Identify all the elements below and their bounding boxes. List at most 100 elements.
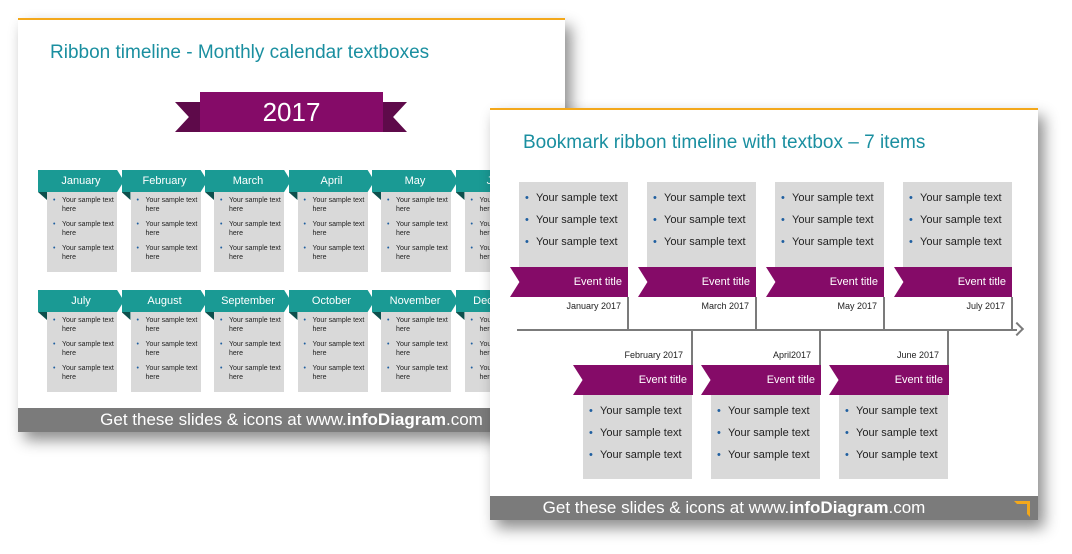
event-date: July 2017	[966, 301, 1005, 311]
event-title-ribbon: Event title	[573, 365, 693, 395]
bullet-item: Your sample text	[909, 192, 1008, 214]
bullet-item: Your sample text here	[220, 364, 282, 382]
year-ribbon: 2017	[200, 92, 383, 132]
event-textbox: Your sample textYour sample textYour sam…	[775, 182, 884, 267]
month-header: February	[121, 170, 208, 192]
bullet-item: Your sample text	[653, 192, 752, 214]
bullet-item: Your sample text	[717, 427, 816, 449]
bullet-item: Your sample text	[909, 236, 1008, 258]
month-header: March	[205, 170, 291, 192]
bullet-item: Your sample text here	[220, 340, 282, 358]
bullet-item: Your sample text	[845, 405, 944, 427]
event-date: March 2017	[701, 301, 749, 311]
slide-bookmark-timeline: Bookmark ribbon timeline with textbox – …	[490, 108, 1038, 520]
event-title-ribbon: Event title	[701, 365, 821, 395]
month-textbox: Your sample text here Your sample text he…	[297, 192, 368, 272]
event-date: January 2017	[566, 301, 621, 311]
bullet-item: Your sample text here	[220, 196, 282, 214]
event-textbox: Your sample textYour sample textYour sam…	[583, 395, 692, 479]
bullet-item: Your sample text here	[387, 196, 449, 214]
bullet-item: Your sample text	[525, 214, 624, 236]
infodiagram-logo-icon	[1014, 501, 1030, 517]
event-title-ribbon: Event title	[766, 267, 884, 297]
bullet-item: Your sample text	[525, 192, 624, 214]
bullet-item: Your sample text here	[387, 244, 449, 262]
event-date: February 2017	[624, 350, 683, 360]
ribbon-fold	[205, 312, 214, 320]
bullet-item: Your sample text here	[220, 244, 282, 262]
footer-suffix: .com	[445, 410, 483, 429]
month-textbox: Your sample text here Your sample text he…	[214, 312, 284, 392]
event-textbox: Your sample textYour sample textYour sam…	[903, 182, 1012, 267]
slide-title: Bookmark ribbon timeline with textbox – …	[523, 132, 926, 153]
bullet-item: Your sample text here	[304, 340, 366, 358]
bullet-item: Your sample text	[589, 405, 688, 427]
footer-banner[interactable]: Get these slides & icons at www.infoDiag…	[18, 408, 565, 432]
event-textbox: Your sample textYour sample textYour sam…	[711, 395, 820, 479]
bullet-item: Your sample text	[589, 427, 688, 449]
month-header: January	[38, 170, 124, 192]
ribbon-fold	[372, 312, 381, 320]
bullet-item: Your sample text here	[304, 220, 366, 238]
event-textbox: Your sample textYour sample textYour sam…	[839, 395, 948, 479]
month-header: July	[38, 290, 124, 312]
ribbon-fold	[121, 192, 131, 200]
ribbon-fold	[372, 192, 381, 200]
bullet-item: Your sample text here	[304, 196, 366, 214]
bullet-item: Your sample text here	[53, 220, 115, 238]
event-connector	[883, 297, 885, 330]
bullet-item: Your sample text here	[304, 316, 366, 334]
bullet-item: Your sample text	[909, 214, 1008, 236]
month-header: September	[205, 290, 291, 312]
bullet-item: Your sample text	[717, 449, 816, 471]
bullet-item: Your sample text here	[220, 220, 282, 238]
footer-banner[interactable]: Get these slides & icons at www.infoDiag…	[490, 496, 1038, 520]
slide-monthly-calendar: Ribbon timeline - Monthly calendar textb…	[18, 18, 565, 432]
event-textbox: Your sample textYour sample textYour sam…	[647, 182, 756, 267]
bullet-item: Your sample text	[653, 236, 752, 258]
ribbon-fold	[121, 312, 131, 320]
event-title-ribbon: Event title	[829, 365, 949, 395]
bullet-item: Your sample text	[525, 236, 624, 258]
footer-text: Get these slides & icons at www.	[100, 410, 347, 429]
bullet-item: Your sample text	[781, 236, 880, 258]
event-connector	[1011, 297, 1013, 330]
month-textbox: Your sample text here Your sample text he…	[381, 312, 451, 392]
bullet-item: Your sample text	[781, 192, 880, 214]
month-header: August	[121, 290, 208, 312]
bullet-item: Your sample text	[717, 405, 816, 427]
event-textbox: Your sample textYour sample textYour sam…	[519, 182, 628, 267]
month-header: October	[288, 290, 375, 312]
bullet-item: Your sample text here	[220, 316, 282, 334]
bullet-item: Your sample text	[589, 449, 688, 471]
bullet-item: Your sample text here	[137, 340, 199, 358]
bullet-item: Your sample text here	[304, 364, 366, 382]
bullet-item: Your sample text here	[137, 316, 199, 334]
event-connector	[755, 297, 757, 330]
ribbon-fold	[455, 312, 465, 320]
ribbon-fold	[205, 192, 214, 200]
bullet-item: Your sample text here	[387, 340, 449, 358]
event-date: June 2017	[896, 350, 939, 360]
event-connector	[627, 297, 629, 330]
event-title-ribbon: Event title	[894, 267, 1012, 297]
bullet-item: Your sample text here	[53, 364, 115, 382]
ribbon-fold	[38, 192, 47, 200]
event-title-ribbon: Event title	[638, 267, 756, 297]
event-date: April2017	[772, 350, 811, 360]
ribbon-fold	[288, 192, 298, 200]
bullet-item: Your sample text here	[53, 316, 115, 334]
footer-text: Get these slides & icons at www.	[542, 498, 790, 517]
ribbon-fold	[38, 312, 47, 320]
bullet-item: Your sample text here	[137, 244, 199, 262]
bullet-item: Your sample text here	[387, 220, 449, 238]
month-textbox: Your sample text here Your sample text he…	[130, 312, 201, 392]
footer-suffix: .com	[888, 498, 926, 517]
bullet-item: Your sample text here	[387, 316, 449, 334]
bullet-item: Your sample text here	[137, 196, 199, 214]
event-title-ribbon: Event title	[510, 267, 628, 297]
bullet-item: Your sample text here	[137, 220, 199, 238]
month-textbox: Your sample text here Your sample text he…	[214, 192, 284, 272]
bullet-item: Your sample text here	[53, 196, 115, 214]
footer-brand: infoDiagram	[789, 498, 889, 517]
